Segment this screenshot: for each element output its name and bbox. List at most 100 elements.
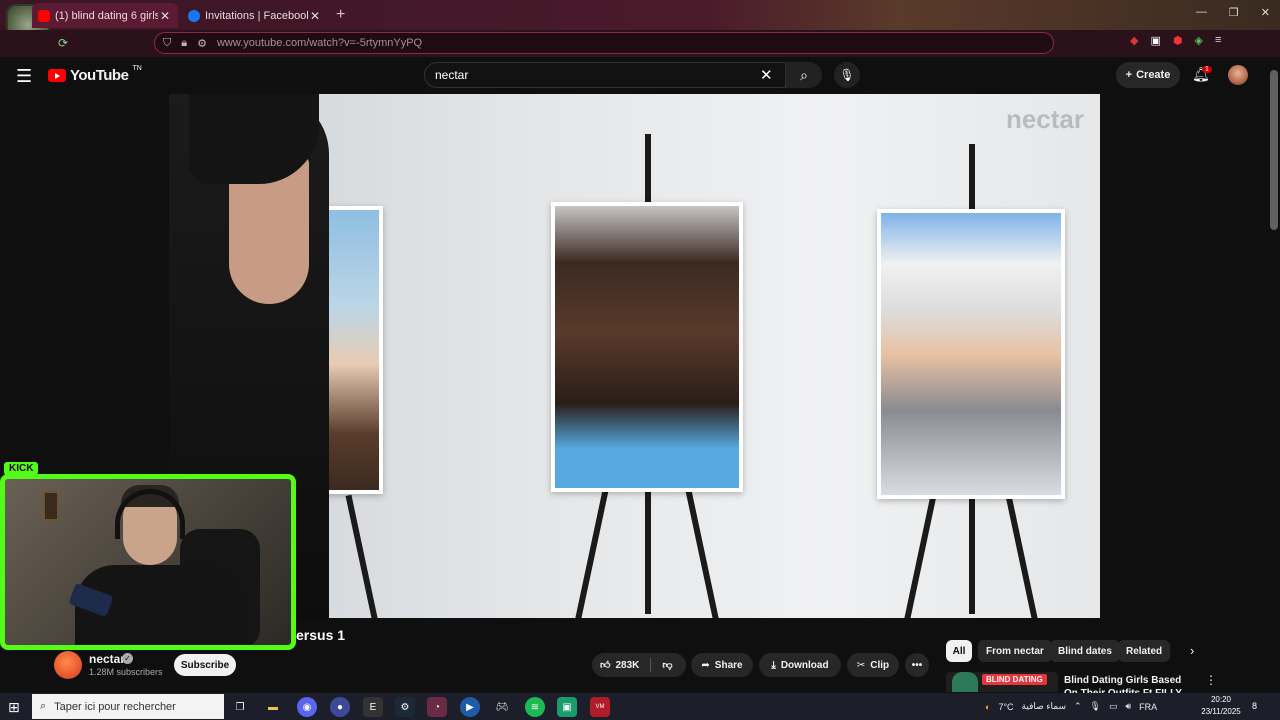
notification-center-icon[interactable]: 8 — [1252, 698, 1257, 712]
chip-blind-dates[interactable]: Blind dates — [1050, 640, 1120, 662]
url-field[interactable]: ⛉ 🔒︎ ⚙ www.youtube.com/watch?v=-5rtymnYy… — [154, 32, 1054, 54]
create-label: Create — [1136, 69, 1171, 81]
chevron-right-icon[interactable]: › — [1190, 643, 1194, 658]
lock-icon[interactable]: 🔒︎ — [181, 37, 187, 50]
clock-date: 23/11/2025 — [1201, 707, 1241, 716]
voicemeeter-icon[interactable]: VM — [590, 697, 610, 717]
gamepad-icon[interactable]: 🎮︎ — [492, 697, 512, 717]
recommendation-title[interactable]: Blind Dating Girls Based On Their Outfit… — [1064, 674, 1194, 694]
portrait-frame-center — [551, 202, 743, 492]
search-button[interactable]: ⌕ — [786, 62, 822, 88]
video-title: ersus 1 — [296, 627, 346, 643]
chip-all[interactable]: All — [946, 640, 972, 662]
weather-description[interactable]: سماء صافية — [1022, 701, 1066, 712]
minimize-icon[interactable]: — — [1196, 6, 1207, 19]
scissors-icon: ✂ — [856, 659, 866, 671]
avatar[interactable] — [1228, 65, 1248, 85]
more-dots-icon: ••• — [911, 659, 923, 671]
download-button[interactable]: ⤓ Download — [759, 653, 841, 677]
plus-icon: + — [1125, 69, 1133, 81]
reload-icon[interactable]: ⟳ — [58, 36, 68, 50]
like-count[interactable]: 283K — [615, 660, 639, 671]
youtube-logo[interactable]: YouTube TN — [48, 65, 142, 84]
voice-search-button[interactable]: 🎙︎ — [834, 62, 860, 88]
new-tab-button[interactable]: + — [336, 6, 345, 24]
search-icon: ⌕ — [800, 66, 808, 83]
weather-temp[interactable]: 7°C — [998, 702, 1013, 712]
task-view-icon[interactable]: ❐ — [230, 697, 250, 717]
youtube-favicon-icon — [38, 9, 50, 22]
chip-related[interactable]: Related — [1118, 640, 1171, 662]
recommendation-more-icon[interactable]: ⋮ — [1205, 673, 1217, 687]
extension-icon[interactable]: ◆ — [1130, 34, 1138, 47]
dislike-icon[interactable]: 👎︎ — [662, 659, 672, 671]
maximize-icon[interactable]: ❐ — [1229, 6, 1239, 19]
divider — [650, 658, 652, 672]
adblock-icon[interactable]: ⬢ — [1173, 34, 1183, 47]
easel-leg — [1005, 494, 1039, 618]
app-icon[interactable]: ▶ — [460, 697, 480, 717]
youtube-play-icon — [48, 69, 66, 82]
weather-icon[interactable]: ◐ — [985, 702, 990, 712]
chip-from-nectar[interactable]: From nectar — [978, 640, 1052, 662]
create-button[interactable]: + Create — [1116, 62, 1180, 88]
easel-leg — [903, 494, 937, 618]
epic-games-icon[interactable]: E — [363, 697, 383, 717]
steam-icon[interactable]: ⚙ — [395, 697, 415, 717]
app-icon[interactable]: ● — [330, 697, 350, 717]
subscribe-button[interactable]: Subscribe — [174, 654, 236, 676]
share-button[interactable]: ➦ Share — [691, 653, 753, 677]
microphone-icon[interactable]: 🎙︎ — [1090, 701, 1101, 712]
video-player[interactable]: nectar — [169, 94, 1100, 618]
hamburger-menu-icon[interactable]: ☰ — [16, 66, 32, 87]
url-text: www.youtube.com/watch?v=-5rtymnYyPQ — [216, 37, 423, 49]
site-settings-icon[interactable]: ⚙ — [197, 37, 207, 50]
window-controls: — ❐ ✕ — [1196, 6, 1270, 19]
logo-word: YouTube — [70, 67, 129, 84]
close-tab-icon[interactable]: ✕ — [158, 9, 172, 23]
portrait-photo — [881, 213, 1061, 495]
more-actions-button[interactable]: ••• — [905, 653, 929, 677]
clip-button[interactable]: ✂ Clip — [847, 653, 899, 677]
channel-name[interactable]: nectar — [89, 652, 125, 666]
spotify-icon[interactable]: ≋ — [525, 697, 545, 717]
extension-icon[interactable]: ▣ — [1150, 34, 1160, 47]
speaker-icon[interactable]: 🔊︎ — [1126, 701, 1132, 712]
notification-badge: 1 — [1202, 66, 1212, 73]
search-input[interactable]: nectar — [424, 62, 786, 88]
firefox-icon[interactable]: ◔ — [427, 697, 447, 717]
like-dislike-group: 👍︎ 283K 👎︎ — [592, 653, 686, 677]
close-window-icon[interactable]: ✕ — [1261, 6, 1270, 19]
extension-icon[interactable]: ◈ — [1194, 34, 1202, 47]
microphone-icon: 🎙︎ — [839, 68, 855, 82]
language-indicator[interactable]: FRA — [1139, 702, 1157, 712]
channel-avatar[interactable] — [54, 651, 82, 679]
taskbar-search-placeholder: Taper ici pour rechercher — [54, 700, 176, 713]
browser-menu-icon[interactable]: ≡ — [1215, 34, 1221, 47]
like-icon[interactable]: 👍︎ — [600, 659, 610, 671]
file-explorer-icon[interactable]: ▬ — [263, 697, 283, 717]
video-watermark: nectar — [1005, 104, 1084, 134]
clear-search-icon[interactable]: ✕ — [760, 66, 773, 84]
tab-title: Invitations | Facebook — [205, 9, 308, 22]
download-icon: ⤓ — [771, 659, 776, 671]
taskbar-search-input[interactable]: ⌕ Taper ici pour rechercher — [32, 694, 224, 719]
shield-icon[interactable]: ⛉ — [163, 37, 171, 50]
easel-leg — [574, 484, 610, 618]
network-icon[interactable]: ▭ — [1109, 701, 1118, 712]
notification-count: 8 — [1252, 701, 1258, 711]
streaming-app-icon[interactable]: ▣ — [557, 697, 577, 717]
easel-leg — [684, 484, 720, 618]
discord-icon[interactable]: ◉ — [297, 697, 317, 717]
windows-start-icon[interactable]: ⊞ — [8, 699, 20, 716]
taskbar-clock[interactable]: 20:20 23/11/2025 — [1198, 694, 1244, 718]
logo-country: TN — [132, 65, 142, 72]
recommendation-thumbnail[interactable]: BLIND DATING — [946, 672, 1058, 692]
facebook-favicon-icon — [188, 9, 200, 22]
subscriber-count: 1.28M subscribers — [89, 667, 163, 677]
tab-facebook[interactable]: Invitations | Facebook ✕ — [182, 3, 328, 28]
chevron-up-icon[interactable]: ⌃ — [1074, 701, 1082, 712]
scrollbar-thumb[interactable] — [1270, 70, 1278, 230]
close-tab-icon[interactable]: ✕ — [308, 9, 322, 23]
tab-youtube[interactable]: (1) blind dating 6 girls based o ✕ — [32, 3, 178, 28]
